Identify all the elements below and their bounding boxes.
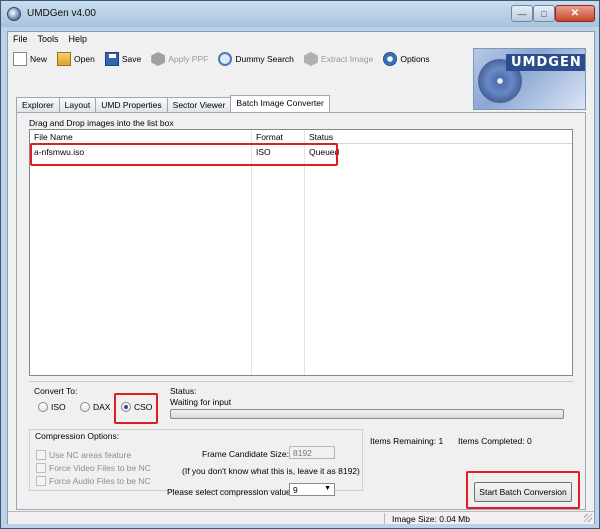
frame-candidate-label: Frame Candidate Size: xyxy=(202,449,289,459)
close-button[interactable]: ✕ xyxy=(555,5,595,22)
progress-bar xyxy=(170,409,564,419)
new-label: New xyxy=(30,54,48,64)
options-button[interactable]: Options xyxy=(378,49,434,69)
apply-ppf-button[interactable]: Apply PPF xyxy=(146,49,213,69)
radio-iso-label: ISO xyxy=(51,402,66,412)
highlight-file-row xyxy=(30,143,338,166)
list-header: File Name Format Status xyxy=(30,130,572,144)
radio-iso[interactable]: ISO xyxy=(38,402,66,412)
tab-strip: Explorer Layout UMD Properties Sector Vi… xyxy=(16,95,330,113)
logo-text: UMDGEN xyxy=(506,54,585,71)
checkbox-force-audio-nc[interactable]: Force Audio Files to be NC xyxy=(36,476,151,486)
menu-tools[interactable]: Tools xyxy=(33,32,64,48)
magnifier-icon xyxy=(218,52,233,66)
extract-image-icon xyxy=(303,52,318,66)
tab-layout[interactable]: Layout xyxy=(58,97,97,112)
save-label: Save xyxy=(121,54,142,64)
radio-dax-label: DAX xyxy=(93,402,111,412)
extract-image-label: Extract Image xyxy=(320,54,374,64)
dummy-search-button[interactable]: Dummy Search xyxy=(213,49,299,69)
checkbox-icon[interactable] xyxy=(36,450,46,460)
menu-help[interactable]: Help xyxy=(64,32,93,48)
radio-dax[interactable]: DAX xyxy=(80,402,110,412)
divider xyxy=(29,381,573,382)
checkbox-force-video-nc[interactable]: Force Video Files to be NC xyxy=(36,463,151,473)
menu-file[interactable]: File xyxy=(8,32,33,48)
tab-sector-viewer[interactable]: Sector Viewer xyxy=(166,97,232,112)
menu-bar: File Tools Help xyxy=(8,32,594,48)
status-bar: Image Size: 0.04 Mb xyxy=(8,511,594,524)
compression-value-select[interactable]: 9 ▼ xyxy=(289,483,335,496)
frame-candidate-field[interactable]: 8192 xyxy=(289,446,335,459)
gear-icon xyxy=(383,52,398,66)
dummy-search-label: Dummy Search xyxy=(235,54,294,64)
checkbox-label: Use NC areas feature xyxy=(49,450,132,460)
tab-explorer[interactable]: Explorer xyxy=(16,97,60,112)
compression-options-label: Compression Options: xyxy=(34,431,121,441)
radio-button-icon[interactable] xyxy=(38,402,48,412)
toolbar: New Open Save Apply PPF Dummy Search Ext… xyxy=(8,48,468,70)
items-remaining: Items Remaining: 1 xyxy=(370,436,444,446)
image-list-box[interactable]: File Name Format Status a-nfsmwu.iso ISO… xyxy=(29,129,573,376)
window-title: UMDGen v4.00 xyxy=(27,8,96,19)
open-label: Open xyxy=(74,54,95,64)
batch-converter-panel: Drag and Drop images into the list box F… xyxy=(16,112,586,510)
frame-candidate-note: (If you don't know what this is, leave i… xyxy=(182,466,360,476)
status-label: Status: xyxy=(170,386,197,396)
column-divider xyxy=(251,130,252,375)
app-window: UMDGen v4.00 — □ ✕ File Tools Help New O… xyxy=(0,0,600,529)
drag-drop-hint: Drag and Drop images into the list box xyxy=(29,118,174,128)
options-label: Options xyxy=(400,54,430,64)
main-client-area: File Tools Help New Open Save Apply PPF xyxy=(7,31,595,524)
compression-value-label: Please select compression value: xyxy=(167,487,294,497)
apply-ppf-icon xyxy=(151,52,166,66)
new-file-icon xyxy=(13,52,27,66)
checkbox-icon[interactable] xyxy=(36,463,46,473)
radio-button-icon[interactable] xyxy=(80,402,90,412)
umdgen-logo: UMDGEN xyxy=(473,48,586,110)
column-file-name[interactable]: File Name xyxy=(34,132,73,142)
open-button[interactable]: Open xyxy=(52,49,100,69)
resize-grip-icon[interactable] xyxy=(584,514,592,522)
status-divider xyxy=(384,513,385,524)
save-button[interactable]: Save xyxy=(100,49,146,69)
compression-value: 9 xyxy=(293,485,298,495)
checkbox-icon[interactable] xyxy=(36,476,46,486)
column-format[interactable]: Format xyxy=(256,132,283,142)
checkbox-label: Force Audio Files to be NC xyxy=(49,476,151,486)
app-icon xyxy=(7,7,21,21)
apply-ppf-label: Apply PPF xyxy=(168,54,209,64)
extract-image-button[interactable]: Extract Image xyxy=(299,49,378,69)
minimize-button[interactable]: — xyxy=(511,5,533,22)
highlight-cso-option xyxy=(114,393,158,424)
tab-batch-image-converter[interactable]: Batch Image Converter xyxy=(230,95,330,112)
column-divider xyxy=(304,130,305,375)
tab-umd-properties[interactable]: UMD Properties xyxy=(95,97,168,112)
column-status[interactable]: Status xyxy=(309,132,333,142)
status-value: Waiting for input xyxy=(170,397,232,407)
convert-to-label: Convert To: xyxy=(34,386,78,396)
maximize-button[interactable]: □ xyxy=(533,5,555,22)
new-button[interactable]: New xyxy=(8,49,52,69)
title-bar[interactable]: UMDGen v4.00 — □ ✕ xyxy=(1,1,599,27)
chevron-down-icon[interactable]: ▼ xyxy=(324,485,331,492)
checkbox-label: Force Video Files to be NC xyxy=(49,463,151,473)
save-disk-icon xyxy=(104,52,119,66)
highlight-start-button xyxy=(466,471,580,509)
items-completed: Items Completed: 0 xyxy=(458,436,532,446)
open-folder-icon xyxy=(57,52,72,66)
checkbox-use-nc-areas[interactable]: Use NC areas feature xyxy=(36,450,131,460)
image-size-text: Image Size: 0.04 Mb xyxy=(392,514,470,524)
